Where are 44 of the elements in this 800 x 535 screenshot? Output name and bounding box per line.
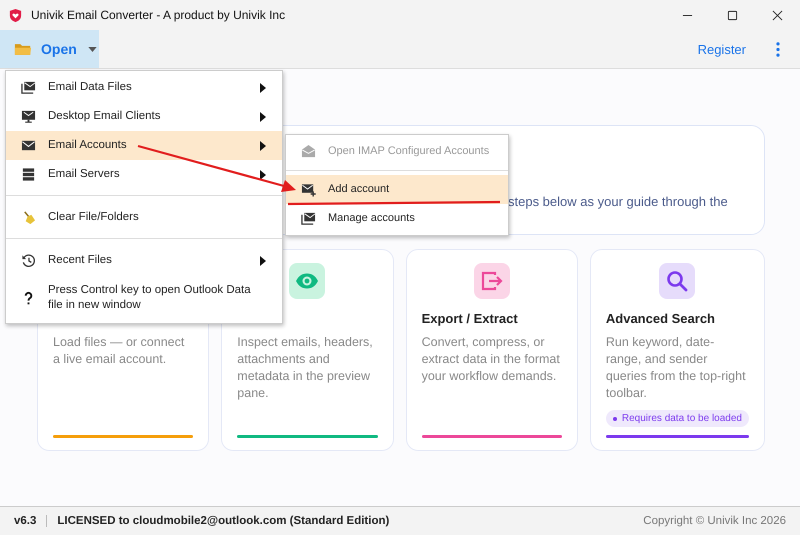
card-description: Load files — or connect a live email account.: [53, 334, 186, 368]
mail-icon: [21, 138, 36, 153]
folder-icon: [14, 42, 32, 56]
add-mail-icon: [301, 182, 316, 197]
menu-item[interactable]: Desktop Email Clients: [6, 102, 282, 131]
maximize-icon[interactable]: [727, 10, 738, 20]
menu-item[interactable]: Recent Files: [6, 246, 282, 275]
shield-logo-icon: [8, 8, 23, 22]
license-text: LICENSED to cloudmobile2@outlook.com (Standard Edition): [57, 515, 390, 527]
open-envelope-icon: [301, 144, 316, 159]
register-link[interactable]: Register: [698, 42, 746, 56]
submenu-arrow-icon: [260, 140, 266, 150]
server-icon: [21, 167, 36, 182]
export-icon: [480, 269, 504, 293]
menu-item[interactable]: Email Servers: [6, 160, 282, 189]
menu-item[interactable]: Email Accounts: [6, 131, 282, 160]
menu-item[interactable]: Press Control key to open Outlook Data file in new window: [6, 275, 282, 321]
card-description: Convert, compress, or extract data in the format your workflow demands.: [422, 334, 561, 385]
search-icon: [665, 269, 690, 293]
monitor-icon: [21, 109, 36, 124]
submenu-arrow-icon: [260, 256, 266, 266]
card-title: Export / Extract: [422, 311, 518, 328]
card-description: Run keyword, date-range, and sender queries from the top-right toolbar.: [606, 334, 746, 402]
version-label: v6.3: [14, 515, 48, 527]
more-options-icon[interactable]: [776, 42, 780, 56]
menu-item[interactable]: Manage accounts: [286, 204, 508, 233]
submenu-arrow-icon: [260, 112, 266, 122]
copyright-text: Copyright © Univik Inc 2026: [643, 515, 786, 527]
mail-stack-icon: [301, 211, 316, 226]
caret-icon: [88, 46, 97, 52]
submenu-arrow-icon: [260, 170, 266, 180]
submenu-arrow-icon: [260, 82, 266, 92]
mail-stack-icon: [21, 80, 36, 95]
welcome-text: steps below as your guide through the: [508, 194, 728, 209]
history-icon: [21, 253, 36, 268]
menu-item[interactable]: Clear File/Folders: [6, 203, 282, 232]
card-description: Inspect emails, headers, attachments and metadata in the preview pane.: [237, 334, 374, 402]
close-icon[interactable]: [772, 10, 783, 20]
window-title: Univik Email Converter - A product by Univik Inc: [31, 8, 286, 22]
menu-item[interactable]: Email Data Files: [6, 73, 282, 102]
card-title: Advanced Search: [606, 311, 715, 328]
badge-text: Requires data to be loaded: [622, 413, 742, 424]
menu-item[interactable]: Add account: [286, 175, 508, 204]
dot-icon: [612, 416, 617, 420]
